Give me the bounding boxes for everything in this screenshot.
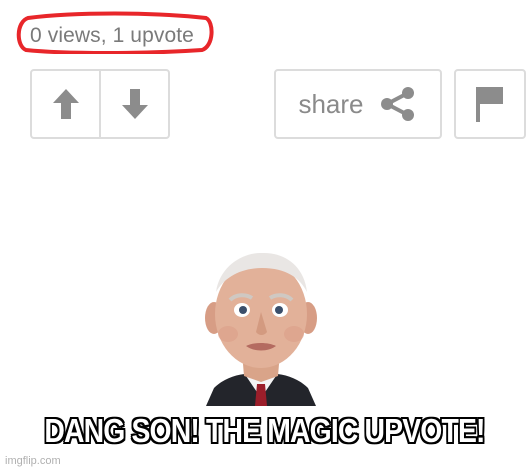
- upvote-button[interactable]: [32, 71, 99, 137]
- meme-caption: DANG SON! THE MAGIC UPVOTE!: [44, 412, 485, 449]
- highlight-circle: [16, 11, 214, 54]
- share-button[interactable]: share: [274, 69, 442, 139]
- arrow-up-icon: [52, 89, 79, 119]
- share-label: share: [298, 88, 364, 119]
- post-stats: 0 views, 1 upvote: [14, 6, 214, 54]
- man-portrait-photo: [205, 252, 317, 406]
- flag-icon: [476, 87, 503, 122]
- vote-controls: [30, 69, 170, 139]
- arrow-down-icon: [121, 89, 148, 119]
- downvote-button[interactable]: [99, 71, 168, 137]
- share-icon: [380, 87, 414, 121]
- imgflip-watermark: imgflip.com: [5, 455, 61, 467]
- flag-button[interactable]: [454, 69, 526, 139]
